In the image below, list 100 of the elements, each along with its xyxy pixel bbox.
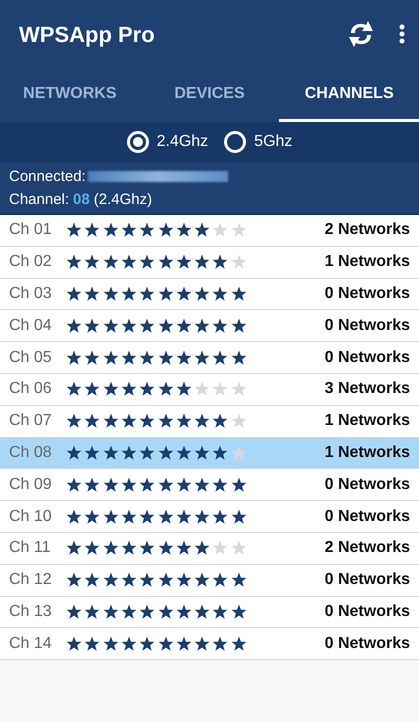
star-icon (84, 540, 100, 556)
tab[interactable]: DEVICES (140, 68, 280, 122)
star-icon (84, 572, 100, 588)
star-icon (194, 254, 210, 270)
star-icon (102, 413, 119, 430)
star-icon (158, 604, 174, 620)
channel-row[interactable]: Ch 11 2 Networks (0, 532, 419, 565)
star-icon (102, 381, 119, 398)
channel-name: Ch 13 (9, 602, 53, 622)
channel-row[interactable]: Ch 06 3 Networks (0, 374, 419, 406)
star-icon (66, 572, 82, 588)
network-count: 1 Networks (324, 252, 410, 272)
star-icon (139, 350, 156, 366)
channel-row[interactable]: Ch 02 1 Networks (0, 246, 419, 279)
star-icon (212, 540, 228, 556)
channel-row[interactable]: Ch 07 1 Networks (0, 406, 419, 438)
star-icon (158, 350, 174, 366)
star-icon (66, 381, 82, 398)
star-icon (120, 476, 137, 493)
channel-row[interactable]: Ch 04 0 Networks (0, 310, 419, 342)
star-icon (84, 350, 100, 366)
star-icon (176, 636, 192, 652)
star-icon (139, 381, 156, 398)
tab[interactable]: NETWORKS (0, 68, 140, 122)
channel-row[interactable]: Ch 12 0 Networks (0, 564, 419, 597)
star-icon (158, 318, 174, 334)
app-title: WPSApp Pro (19, 20, 155, 49)
star-icon (120, 636, 137, 652)
star-icon (230, 572, 247, 588)
star-icon (194, 540, 210, 556)
star-icon (176, 350, 192, 366)
network-count: 0 Networks (324, 316, 410, 336)
star-icon (194, 476, 210, 493)
star-icon (158, 508, 174, 525)
network-count: 1 Networks (324, 411, 410, 432)
channel-row[interactable]: Ch 03 0 Networks (0, 278, 419, 310)
star-icon (120, 572, 137, 588)
star-icon (84, 444, 100, 461)
star-icon (176, 572, 192, 588)
channel-row[interactable]: Ch 10 0 Networks (0, 501, 419, 533)
channel-row[interactable]: Ch 13 0 Networks (0, 596, 419, 628)
channel-name: Ch 02 (9, 252, 53, 272)
star-icon (212, 254, 228, 270)
star-icon (194, 413, 210, 430)
radio-button[interactable] (126, 131, 149, 153)
star-icon (66, 444, 82, 461)
network-count: 0 Networks (324, 474, 410, 495)
band-radio-option[interactable]: 2.4Ghz (126, 130, 208, 154)
channel-label: Channel: (9, 190, 70, 210)
channel-row[interactable]: Ch 01 2 Networks (0, 215, 419, 247)
star-icon (84, 381, 100, 398)
band-radio-option[interactable]: 5Ghz (224, 130, 292, 154)
star-icon (66, 222, 82, 238)
channel-row[interactable]: Ch 14 0 Networks (0, 628, 419, 660)
star-icon (212, 222, 228, 238)
star-icon (84, 476, 100, 493)
more-options-icon[interactable] (399, 24, 405, 44)
star-icon (139, 572, 156, 588)
star-icon (230, 476, 247, 493)
star-icon (212, 318, 228, 334)
network-count: 2 Networks (324, 220, 410, 240)
channel-row[interactable]: Ch 05 0 Networks (0, 342, 419, 374)
star-icon (230, 413, 247, 430)
star-icon (194, 381, 210, 398)
channel-row[interactable]: Ch 08 1 Networks (0, 438, 419, 470)
channel-name: Ch 08 (9, 442, 53, 463)
star-icon (66, 413, 82, 430)
star-icon (212, 508, 228, 525)
star-icon (230, 381, 247, 398)
star-icon (158, 286, 174, 302)
star-icon (84, 318, 100, 334)
star-icon (230, 350, 247, 366)
radio-button[interactable] (224, 131, 246, 153)
channel-band-label: (2.4Ghz) (94, 190, 152, 210)
star-icon (139, 413, 156, 430)
star-icon (120, 318, 137, 334)
channel-row[interactable]: Ch 09 0 Networks (0, 469, 419, 502)
star-icon (120, 413, 137, 430)
star-icon (120, 222, 137, 238)
star-icon (158, 254, 174, 270)
star-icon (176, 318, 192, 334)
star-icon (176, 508, 192, 525)
star-icon (158, 636, 174, 652)
star-icon (120, 286, 137, 302)
network-count: 2 Networks (324, 538, 410, 558)
star-icon (120, 604, 137, 620)
star-icon (176, 286, 192, 302)
channel-name: Ch 14 (9, 634, 53, 654)
star-icon (102, 444, 119, 461)
star-icon (120, 540, 137, 556)
star-icon (176, 476, 192, 493)
channel-name: Ch 06 (9, 379, 53, 400)
star-icon (212, 572, 228, 588)
star-icon (176, 540, 192, 556)
star-icon (158, 540, 174, 556)
star-icon (230, 286, 247, 302)
channel-name: Ch 11 (9, 538, 52, 558)
star-icon (230, 508, 247, 525)
star-icon (139, 508, 156, 525)
star-icon (212, 286, 228, 302)
